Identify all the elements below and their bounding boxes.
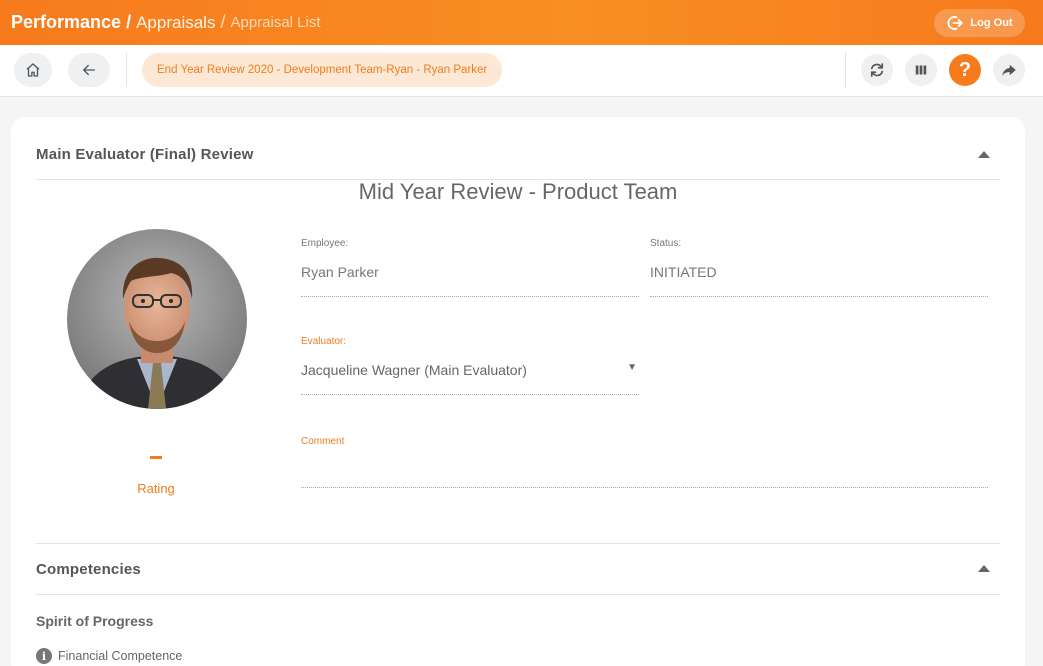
breadcrumb-appraisal-list[interactable]: Appraisal List [230, 14, 320, 31]
columns-icon [915, 65, 927, 75]
employee-label: Employee: [301, 238, 349, 249]
arrow-left-icon [83, 64, 95, 76]
refresh-icon [870, 63, 884, 77]
home-button[interactable] [14, 53, 52, 87]
comment-field[interactable]: Comment [301, 436, 988, 488]
evaluation-section-header[interactable]: Main Evaluator (Final) Review [36, 130, 1000, 180]
status-value: INITIATED [650, 264, 717, 280]
logout-button[interactable]: Log Out [934, 9, 1025, 37]
section-title: Main Evaluator (Final) Review [36, 146, 254, 163]
collapse-caret-icon[interactable] [978, 151, 990, 158]
status-field: Status: INITIATED [650, 238, 988, 297]
dropdown-arrow-icon[interactable]: ▼ [627, 362, 637, 373]
back-button[interactable] [68, 53, 110, 87]
logout-icon [947, 16, 964, 30]
comment-label: Comment [301, 436, 345, 447]
section-title: Competencies [36, 560, 141, 578]
employee-avatar [67, 229, 247, 409]
evaluator-label: Evaluator: [301, 336, 347, 347]
columns-button[interactable] [905, 54, 937, 86]
employee-field: Employee: Ryan Parker [301, 238, 639, 297]
employee-value: Ryan Parker [301, 264, 379, 280]
collapse-caret-icon[interactable] [978, 565, 990, 572]
competency-group-title: Spirit of Progress [36, 613, 154, 629]
share-forward-icon [1002, 64, 1016, 76]
home-icon [26, 63, 40, 77]
info-icon[interactable]: i [36, 648, 52, 664]
toolbar-divider [126, 53, 127, 87]
share-button[interactable] [993, 54, 1025, 86]
breadcrumb-appraisals[interactable]: Appraisals [136, 13, 215, 33]
record-title-pill[interactable]: End Year Review 2020 - Development Team-… [142, 53, 503, 87]
app-header: Performance / Appraisals / Appraisal Lis… [0, 0, 1043, 45]
toolbar-divider [845, 53, 846, 87]
breadcrumb-separator: / [220, 12, 226, 32]
rating-value [150, 456, 162, 459]
breadcrumb-performance[interactable]: Performance [11, 12, 121, 33]
toolbar: End Year Review 2020 - Development Team-… [0, 45, 1043, 97]
evaluator-value: Jacqueline Wagner (Main Evaluator) [301, 362, 527, 378]
refresh-button[interactable] [861, 54, 893, 86]
help-button[interactable]: ? [949, 54, 981, 86]
competencies-section-header[interactable]: Competencies [36, 543, 1000, 595]
appraisal-card: Main Evaluator (Final) Review Mid Year R… [11, 117, 1025, 666]
evaluator-select[interactable]: Evaluator: Jacqueline Wagner (Main Evalu… [301, 336, 639, 395]
logout-label: Log Out [970, 17, 1013, 29]
status-label: Status: [650, 238, 682, 249]
competency-label: Financial Competence [58, 649, 183, 663]
review-title: Mid Year Review - Product Team [358, 179, 678, 204]
rating-label: Rating [137, 481, 175, 496]
comment-input[interactable] [301, 462, 988, 494]
competency-item[interactable]: i Financial Competence [36, 648, 182, 664]
breadcrumb-separator: / [126, 12, 132, 32]
